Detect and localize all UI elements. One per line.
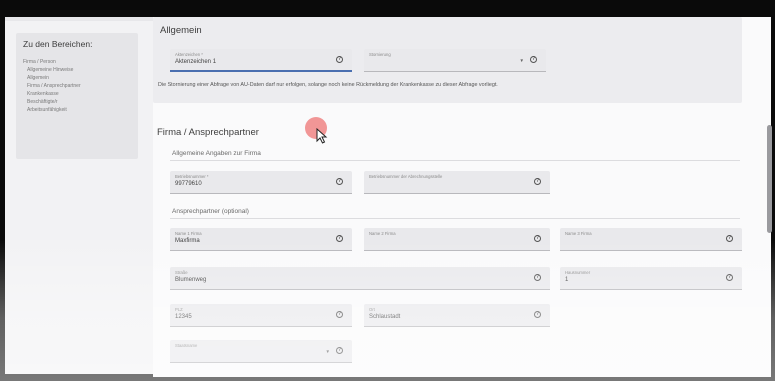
sidebar-title: Zu den Bereichen:: [23, 39, 93, 49]
aktenzeichen-label: Aktenzeichen *: [175, 52, 203, 57]
scrollbar-thumb[interactable]: [767, 125, 772, 233]
name1-label: Name 1 Firma: [175, 231, 202, 236]
sidebar-item-krankenkasse[interactable]: Krankenkasse: [27, 91, 59, 97]
help-circle-icon[interactable]: ?: [336, 56, 343, 63]
ort-label: Ort: [369, 307, 375, 312]
name2-label: Name 2 Firma: [369, 231, 396, 236]
name1-value: Maxfirma: [175, 238, 200, 244]
name1-field[interactable]: Name 1 Firma Maxfirma ?: [170, 228, 352, 251]
aktenzeichen-value: Aktenzeichen 1: [175, 59, 217, 65]
help-circle-icon[interactable]: ?: [336, 311, 343, 318]
aktenzeichen-field[interactable]: Aktenzeichen * Aktenzeichen 1 ?: [170, 49, 352, 72]
strasse-label: Straße: [175, 270, 188, 275]
chevron-down-icon[interactable]: ▼: [326, 349, 330, 354]
strasse-field[interactable]: Straße Blumenweg ?: [170, 267, 550, 290]
ort-value: Schlaustadt: [369, 314, 401, 320]
stornierung-label: Stornierung: [369, 52, 391, 57]
help-circle-icon[interactable]: ?: [534, 311, 541, 318]
section-title-firma: Firma / Ansprechpartner: [157, 127, 259, 138]
plz-label: PLZ: [175, 307, 183, 312]
help-circle-icon[interactable]: ?: [336, 178, 343, 185]
help-circle-icon[interactable]: ?: [336, 235, 343, 242]
help-circle-icon[interactable]: ?: [534, 178, 541, 185]
betriebsnummer-field[interactable]: Betriebsnummer * 99779610 ?: [170, 171, 352, 194]
help-circle-icon[interactable]: ?: [534, 235, 541, 242]
stornierung-info-text: Die Stornierung einer Abfrage von AU-Dat…: [158, 82, 498, 88]
form-main: Allgemein Aktenzeichen * Aktenzeichen 1 …: [153, 17, 771, 377]
sidebar-item-allgemein[interactable]: Allgemein: [27, 75, 49, 81]
name3-field[interactable]: Name 3 Firma ?: [560, 228, 742, 251]
betriebsnummer-abrechnung-field[interactable]: Betriebsnummer der Abrechnungsstelle ?: [364, 171, 550, 194]
name3-label: Name 3 Firma: [565, 231, 592, 236]
betriebsnummer-value: 99779610: [175, 181, 202, 187]
sidebar-item-arbeitsunfaehigkeit[interactable]: Arbeitsunfähigkeit: [27, 107, 67, 113]
mouse-pointer-icon: [316, 128, 328, 144]
strasse-value: Blumenweg: [175, 277, 207, 283]
chevron-down-icon[interactable]: ▼: [520, 58, 524, 63]
section-title-allgemein: Allgemein: [160, 25, 202, 36]
divider: [170, 218, 740, 219]
ort-field[interactable]: Ort Schlaustadt ?: [364, 304, 550, 327]
ansprechpartner-heading: Ansprechpartner (optional): [172, 208, 249, 215]
sidebar-nav: Zu den Bereichen: Firma / Person Allgeme…: [16, 33, 138, 159]
betriebsnummer-abrechnung-label: Betriebsnummer der Abrechnungsstelle: [369, 174, 443, 179]
sidebar-item-firma-person[interactable]: Firma / Person: [23, 59, 56, 65]
divider: [170, 160, 740, 161]
sidebar-item-beschaeftigte[interactable]: Beschäftigte/r: [27, 99, 58, 105]
help-circle-icon[interactable]: ?: [726, 274, 733, 281]
betriebsnummer-label: Betriebsnummer *: [175, 174, 209, 179]
help-circle-icon[interactable]: ?: [726, 235, 733, 242]
plz-value: 12345: [175, 314, 192, 320]
section-allgemein: Allgemein Aktenzeichen * Aktenzeichen 1 …: [153, 17, 742, 103]
name2-field[interactable]: Name 2 Firma ?: [364, 228, 550, 251]
angaben-heading: Allgemeine Angaben zur Firma: [172, 150, 261, 157]
staatsname-select[interactable]: Staatsname ▼ ?: [170, 340, 352, 363]
help-circle-icon[interactable]: ?: [530, 56, 537, 63]
hausnummer-label: Hausnummer: [565, 270, 591, 275]
help-circle-icon[interactable]: ?: [534, 274, 541, 281]
help-circle-icon[interactable]: ?: [336, 347, 343, 354]
sidebar-item-hinweise[interactable]: Allgemeine Hinweise: [27, 67, 73, 73]
hausnummer-value: 1: [565, 277, 569, 283]
plz-field[interactable]: PLZ 12345 ?: [170, 304, 352, 327]
staatsname-label: Staatsname: [175, 343, 198, 348]
stornierung-select[interactable]: Stornierung ▼ ?: [364, 49, 546, 72]
hausnummer-field[interactable]: Hausnummer 1 ?: [560, 267, 742, 290]
sidebar-item-firma-ansprechpartner[interactable]: Firma / Ansprechpartner: [27, 83, 81, 89]
